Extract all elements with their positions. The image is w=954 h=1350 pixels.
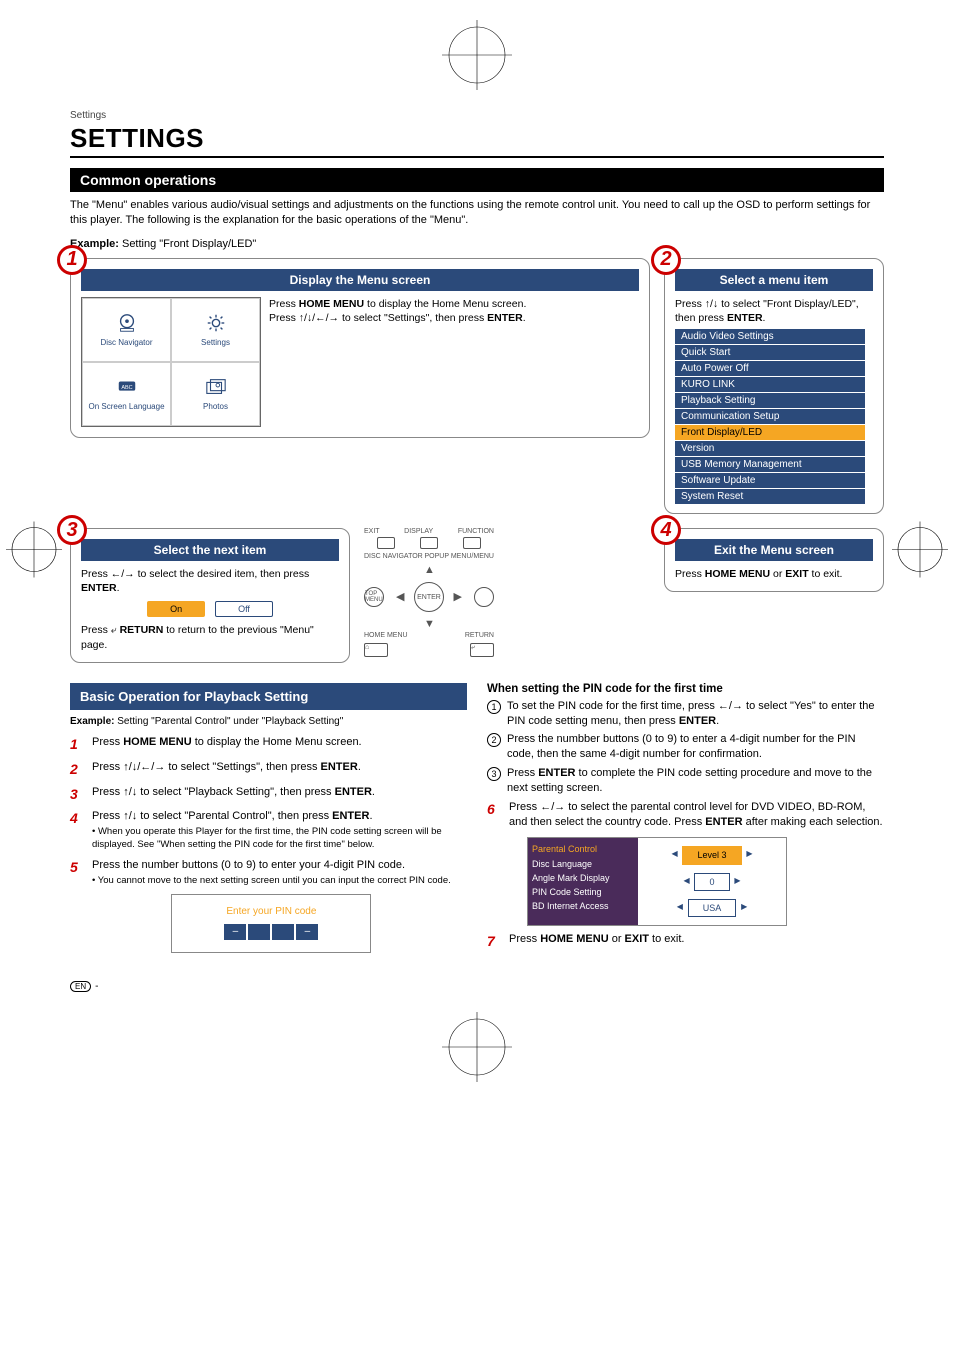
crop-mark-bottom	[0, 992, 954, 1102]
menu-item: Audio Video Settings	[675, 329, 865, 345]
basic-step-4: 4Press ↑/↓ to select "Parental Control",…	[70, 809, 467, 851]
country-select: USA	[688, 899, 737, 917]
crop-mark-left	[6, 522, 62, 581]
step-badge-2: 2	[651, 245, 681, 275]
step-3-return: Press ⤶ RETURN to return to the previous…	[81, 623, 339, 651]
example-line: Example: Setting "Front Display/LED"	[70, 238, 884, 250]
page-title: SETTINGS	[70, 123, 884, 158]
step-2-instructions: Press ↑/↓ to select "Front Display/LED",…	[675, 297, 873, 325]
breadcrumb: Settings	[70, 110, 884, 121]
basic-step-1: 1Press HOME MENU to display the Home Men…	[70, 735, 467, 754]
option-off: Off	[215, 601, 273, 617]
menu-item: Front Display/LED	[675, 425, 865, 441]
basic-step-2: 2Press ↑/↓/←/→ to select "Settings", the…	[70, 760, 467, 779]
menu-item: Auto Power Off	[675, 361, 865, 377]
step-badge-3: 3	[57, 515, 87, 545]
step-4-box: 4 Exit the Menu screen Press HOME MENU o…	[664, 528, 884, 592]
menu-item: System Reset	[675, 489, 865, 505]
step-3-box: 3 Select the next item Press ←/→ to sele…	[70, 528, 350, 663]
step-1-instructions: Press HOME MENU to display the Home Menu…	[269, 297, 526, 427]
crop-mark-right	[892, 522, 948, 581]
crop-mark-top	[0, 0, 954, 110]
menu-item: KURO LINK	[675, 377, 865, 393]
zero-select: 0	[694, 873, 729, 891]
pin-first-time-heading: When setting the PIN code for the first …	[487, 683, 884, 695]
step-1-title: Display the Menu screen	[81, 269, 639, 291]
step-2-title: Select a menu item	[675, 269, 873, 291]
section-common-operations: Common operations	[70, 168, 884, 192]
pin-sub-3: 3Press ENTER to complete the PIN code se…	[487, 766, 884, 796]
hm-disc-navigator: Disc Navigator	[82, 298, 171, 362]
menu-item: Communication Setup	[675, 409, 865, 425]
menu-item: Quick Start	[675, 345, 865, 361]
basic-step-7: 7Press HOME MENU or EXIT to exit.	[487, 932, 884, 951]
basic-example: Example: Setting "Parental Control" unde…	[70, 716, 467, 727]
basic-step-6: 6Press ←/→ to select the parental contro…	[487, 800, 884, 926]
pin-entry-mock: Enter your PIN code – –	[171, 894, 371, 954]
step-badge-1: 1	[57, 245, 87, 275]
step-4-title: Exit the Menu screen	[675, 539, 873, 561]
page-footer-en: EN-	[70, 981, 884, 992]
step-3-instructions: Press ←/→ to select the desired item, th…	[81, 567, 339, 595]
basic-operation-heading: Basic Operation for Playback Setting	[70, 683, 467, 710]
menu-item: Playback Setting	[675, 393, 865, 409]
step-2-box: 2 Select a menu item Press ↑/↓ to select…	[664, 258, 884, 514]
menu-item: Version	[675, 441, 865, 457]
hm-settings: Settings	[171, 298, 260, 362]
svg-text:ABC: ABC	[121, 385, 132, 391]
settings-menu-list: Audio Video SettingsQuick StartAuto Powe…	[675, 329, 865, 505]
parental-control-mock: Parental ControlDisc LanguageAngle Mark …	[527, 837, 787, 925]
pin-sub-1: 1To set the PIN code for the first time,…	[487, 699, 884, 729]
pin-sub-2: 2Press the numbber buttons (0 to 9) to e…	[487, 732, 884, 762]
menu-item: USB Memory Management	[675, 457, 865, 473]
home-menu-mock: Disc Navigator Settings ABC On Screen La…	[81, 297, 261, 427]
step-1-box: 1 Display the Menu screen Disc Navigator…	[70, 258, 650, 438]
level-select: Level 3	[682, 846, 741, 864]
step-4-instructions: Press HOME MENU or EXIT to exit.	[675, 567, 873, 581]
basic-step-5: 5Press the number buttons (0 to 9) to en…	[70, 858, 467, 953]
hm-photos: Photos	[171, 362, 260, 426]
step-3-title: Select the next item	[81, 539, 339, 561]
remote-diagram: EXITDISPLAYFUNCTION DISC NAVIGATORPOPUP …	[364, 528, 494, 657]
option-on: On	[147, 601, 205, 617]
intro-text: The "Menu" enables various audio/visual …	[70, 198, 884, 228]
menu-item: Software Update	[675, 473, 865, 489]
basic-step-3: 3Press ↑/↓ to select "Playback Setting",…	[70, 785, 467, 804]
hm-on-screen-language: ABC On Screen Language	[82, 362, 171, 426]
step-badge-4: 4	[651, 515, 681, 545]
